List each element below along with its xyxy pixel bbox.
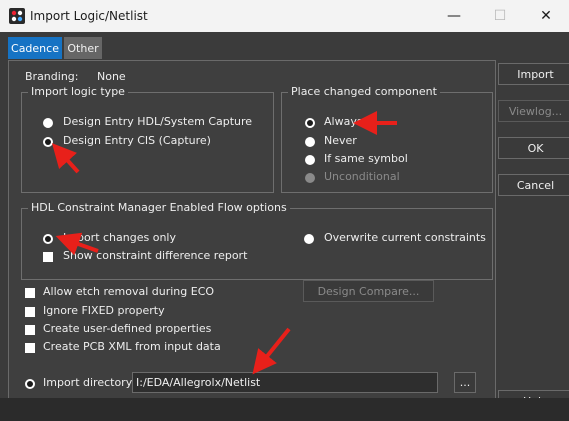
cis-capture-label: Design Entry CIS (Capture) [63, 134, 211, 147]
create-user-props-label: Create user-defined properties [43, 322, 212, 335]
show-report-checkbox[interactable] [43, 252, 53, 262]
design-compare-button: Design Compare... [303, 280, 434, 302]
maximize-icon: ☐ [493, 8, 507, 24]
maximize-button[interactable]: ☐ [477, 0, 523, 32]
ok-button[interactable]: OK [498, 137, 569, 159]
cadence-panel: Branding: None Import logic type Design … [8, 60, 496, 415]
import-logic-type-group: Import logic type Design Entry HDL/Syste… [21, 85, 274, 193]
cis-capture-radio[interactable] [43, 137, 53, 147]
never-radio[interactable] [305, 137, 315, 147]
import-changes-only-label: Import changes only [63, 231, 176, 244]
overwrite-constraints-label: Overwrite current constraints [324, 231, 486, 244]
app-icon [9, 8, 25, 24]
minimize-button[interactable]: — [431, 0, 477, 32]
ignore-fixed-label: Ignore FIXED property [43, 304, 165, 317]
import-directory-input[interactable]: I:/EDA/Allegrolx/Netlist [132, 372, 438, 393]
unconditional-label: Unconditional [324, 170, 400, 183]
hdl-capture-radio[interactable] [43, 118, 53, 128]
create-user-props-checkbox[interactable] [25, 325, 35, 335]
background-strip [0, 398, 569, 421]
create-pcb-xml-label: Create PCB XML from input data [43, 340, 221, 353]
place-changed-group: Place changed component Always Never If … [281, 85, 493, 193]
place-changed-legend: Place changed component [288, 85, 440, 98]
tab-cadence[interactable]: Cadence [8, 37, 62, 59]
import-directory-label: Import directory: [43, 376, 136, 389]
hdl-capture-label: Design Entry HDL/System Capture [63, 115, 253, 128]
close-icon: ✕ [540, 8, 552, 24]
import-logic-type-legend: Import logic type [28, 85, 128, 98]
allow-etch-removal-label: Allow etch removal during ECO [43, 285, 215, 298]
tab-other[interactable]: Other [64, 37, 102, 59]
if-same-symbol-label: If same symbol [324, 152, 408, 165]
import-changes-only-radio[interactable] [43, 234, 53, 244]
create-pcb-xml-checkbox[interactable] [25, 343, 35, 353]
branding-value: None [97, 70, 126, 83]
hdl-flow-group: HDL Constraint Manager Enabled Flow opti… [21, 201, 493, 280]
always-label: Always [324, 115, 363, 128]
overwrite-constraints-radio[interactable] [304, 234, 314, 244]
close-button[interactable]: ✕ [523, 0, 569, 32]
always-radio[interactable] [305, 118, 315, 128]
browse-button[interactable]: ... [454, 372, 476, 393]
window-title: Import Logic/Netlist [30, 9, 148, 23]
branding-label: Branding: [25, 70, 79, 83]
if-same-symbol-radio[interactable] [305, 155, 315, 165]
cancel-button[interactable]: Cancel [498, 174, 569, 196]
viewlog-button: Viewlog... [498, 100, 569, 122]
minimize-icon: — [447, 8, 461, 24]
never-label: Never [324, 134, 357, 147]
import-directory-radio[interactable] [25, 379, 35, 389]
unconditional-radio [305, 173, 315, 183]
title-bar: Import Logic/Netlist — ☐ ✕ [0, 0, 569, 32]
import-button[interactable]: Import [498, 63, 569, 85]
hdl-flow-legend: HDL Constraint Manager Enabled Flow opti… [28, 201, 290, 214]
show-report-label: Show constraint difference report [63, 249, 248, 262]
ignore-fixed-checkbox[interactable] [25, 307, 35, 317]
allow-etch-removal-checkbox[interactable] [25, 288, 35, 298]
dialog-body: Cadence Other Branding: None Import logi… [0, 32, 569, 421]
